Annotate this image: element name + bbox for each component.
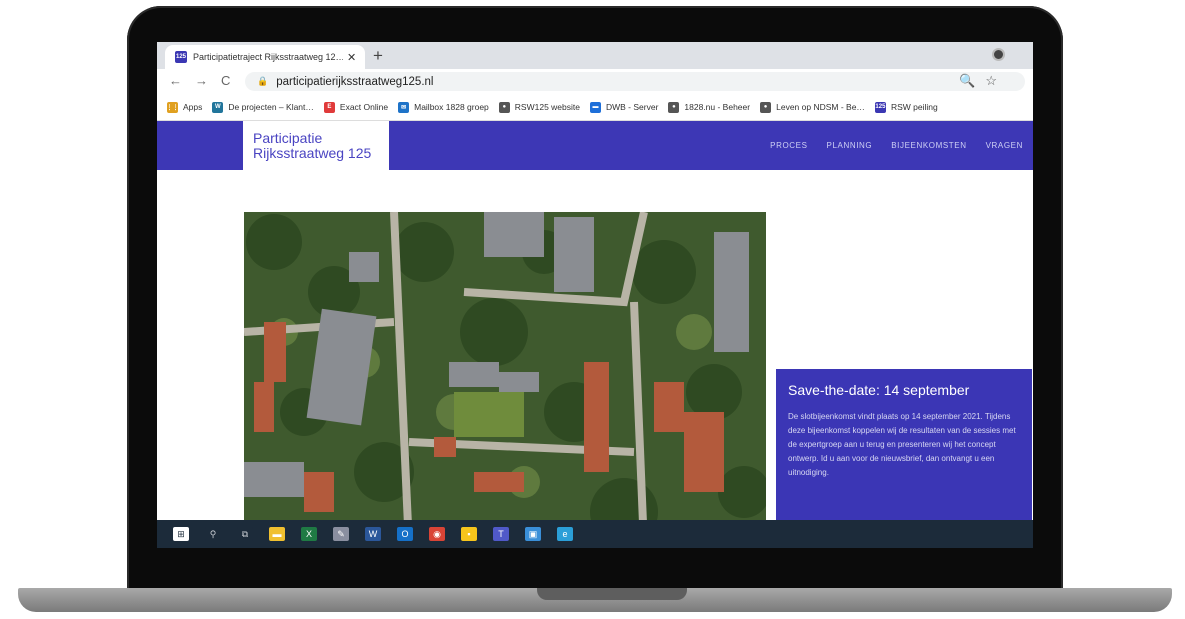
close-tab-icon[interactable]: ✕ <box>347 51 356 64</box>
outlook-icon[interactable]: O <box>397 527 413 541</box>
url-text: participatierijksstraatweg125.nl <box>276 75 434 88</box>
back-button[interactable]: ← <box>169 73 182 88</box>
edge-icon[interactable]: e <box>557 527 573 541</box>
forward-button[interactable]: → <box>195 73 208 88</box>
rsw-icon: 125 <box>874 101 886 113</box>
sticky-notes-icon[interactable]: ▪ <box>461 527 477 541</box>
bookmark-label: Exact Online <box>339 102 389 112</box>
bookmark-item[interactable]: ● RSW125 website <box>498 101 580 113</box>
task-view-icon[interactable]: ⧉ <box>237 527 253 541</box>
paint-icon[interactable]: ✎ <box>333 527 349 541</box>
aerial-photo <box>244 212 766 548</box>
nav-planning[interactable]: PLANNING <box>827 141 873 150</box>
address-bar[interactable]: 🔒 participatierijksstraatweg125.nl 🔍☆ <box>245 72 1025 91</box>
site-nav: PROCES PLANNING BIJEENKOMSTEN VRAGEN <box>751 141 1023 150</box>
browser-tab[interactable]: 125 Participatietraject Rijksstraatweg 1… <box>165 45 365 69</box>
file-explorer-icon[interactable]: ▬ <box>269 527 285 541</box>
logo-line-2: Rijksstraatweg 125 <box>253 145 372 161</box>
bookmark-item[interactable]: ● Leven op NDSM - Be… <box>760 101 865 113</box>
bookmark-label: Mailbox 1828 groep <box>414 102 489 112</box>
screen: 125 Participatietraject Rijksstraatweg 1… <box>157 42 1033 548</box>
browser-tab-strip: 125 Participatietraject Rijksstraatweg 1… <box>157 42 1033 69</box>
tab-title: Participatietraject Rijksstraatweg 12… <box>193 52 343 62</box>
nav-vragen[interactable]: VRAGEN <box>986 141 1023 150</box>
server-icon: ▬ <box>589 101 601 113</box>
bookmark-label: Apps <box>183 102 203 112</box>
aerial-photo-drawing <box>244 212 766 548</box>
bookmark-item[interactable]: E Exact Online <box>323 101 389 113</box>
bookmark-label: RSW125 website <box>514 102 580 112</box>
search-icon[interactable]: ⚲ <box>205 527 221 541</box>
apps-grid-icon: ⋮⋮ <box>167 101 179 113</box>
new-tab-button[interactable]: + <box>373 46 383 66</box>
laptop-notch <box>537 588 687 600</box>
omnibox-actions-icon[interactable]: 🔍☆ <box>959 73 1007 89</box>
site-logo[interactable]: Participatie Rijksstraatweg 125 <box>243 121 389 170</box>
excel-icon[interactable]: X <box>301 527 317 541</box>
word-icon[interactable]: W <box>365 527 381 541</box>
laptop-base <box>18 588 1172 612</box>
bookmark-label: Leven op NDSM - Be… <box>776 102 865 112</box>
bookmark-label: 1828.nu - Beheer <box>684 102 751 112</box>
site-header: Participatie Rijksstraatweg 125 PROCES P… <box>157 121 1033 170</box>
nav-bijeenkomsten[interactable]: BIJEENKOMSTEN <box>891 141 966 150</box>
exact-online-icon: E <box>323 101 335 113</box>
bookmark-label: De projecten – Klant… <box>228 102 314 112</box>
wordpress-icon: W <box>212 101 224 113</box>
bookmark-item[interactable]: ⋮⋮ Apps <box>167 101 203 113</box>
globe-icon: ● <box>760 101 772 113</box>
teams-icon[interactable]: T <box>493 527 509 541</box>
card-body: De slotbijeenkomst vindt plaats op 14 se… <box>788 412 1016 477</box>
windows-start-icon[interactable]: ⊞ <box>173 527 189 541</box>
windows-taskbar: ⊞ ⚲ ⧉ ▬ X ✎ W O ◉ ▪ T ▣ e <box>157 520 1033 548</box>
chrome-icon[interactable]: ◉ <box>429 527 445 541</box>
globe-icon: ● <box>668 101 680 113</box>
browser-toolbar: ← → C 🔒 participatierijksstraatweg125.nl… <box>157 69 1033 94</box>
card-title: Save-the-date: 14 september <box>788 382 970 398</box>
bookmark-item[interactable]: ▬ DWB - Server <box>589 101 659 113</box>
reload-button[interactable]: C <box>221 73 230 88</box>
bookmark-item[interactable]: W De projecten – Klant… <box>212 101 314 113</box>
bookmark-item[interactable]: 125 RSW peiling <box>874 101 938 113</box>
profile-icon[interactable] <box>992 48 1005 61</box>
lock-icon: 🔒 <box>257 76 269 86</box>
bookmark-label: RSW peiling <box>890 102 938 112</box>
bookmark-item[interactable]: ● 1828.nu - Beheer <box>668 101 751 113</box>
photos-icon[interactable]: ▣ <box>525 527 541 541</box>
favicon-icon: 125 <box>175 51 187 63</box>
nav-proces[interactable]: PROCES <box>770 141 807 150</box>
globe-icon: ● <box>498 101 510 113</box>
mailbox-icon: ✉ <box>398 101 410 113</box>
logo-line-1: Participatie <box>253 130 323 146</box>
bookmark-item[interactable]: ✉ Mailbox 1828 groep <box>398 101 489 113</box>
bookmark-label: DWB - Server <box>605 102 659 112</box>
bookmarks-bar: ⋮⋮ Apps W De projecten – Klant… E Exact Onlin… <box>157 94 1033 121</box>
